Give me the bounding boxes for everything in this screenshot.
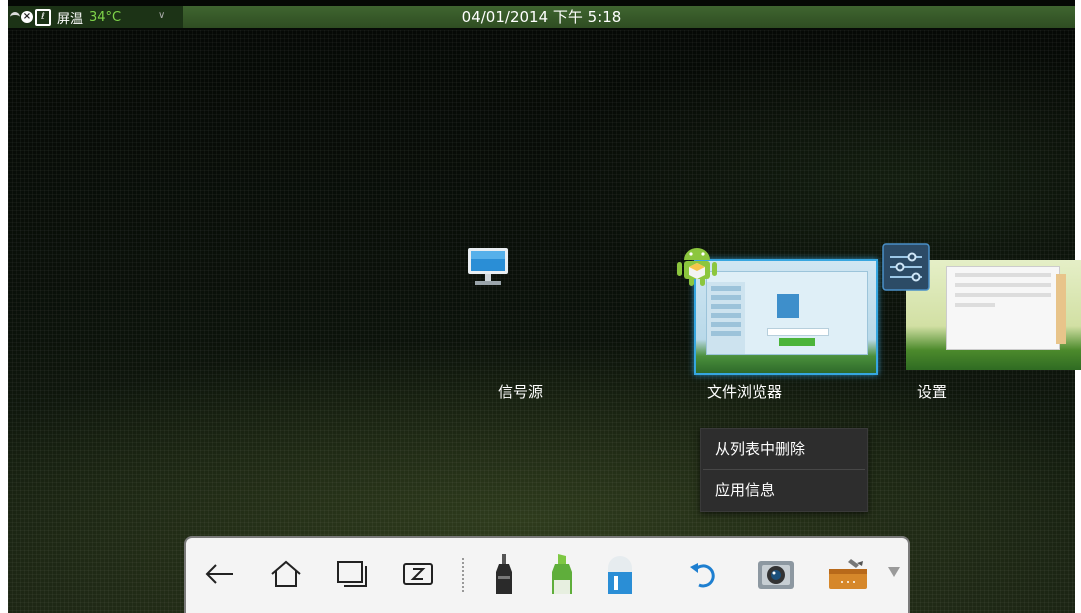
camera-icon[interactable] xyxy=(754,552,798,596)
recent-app-thumbnail-settings[interactable] xyxy=(906,260,1081,370)
toolbox-icon[interactable] xyxy=(826,552,870,596)
document-icon xyxy=(777,294,799,318)
eraser-icon[interactable] xyxy=(598,552,642,596)
recent-app-label-settings[interactable]: 设置 xyxy=(917,381,947,402)
android-icon[interactable] xyxy=(676,244,718,288)
file-browser-preview xyxy=(706,271,868,355)
menu-item-app-info[interactable]: 应用信息 xyxy=(701,470,867,510)
recent-app-label-signal-source[interactable]: 信号源 xyxy=(498,381,543,402)
back-arrow-icon[interactable] xyxy=(198,552,242,596)
menu-item-remove-from-list[interactable]: 从列表中删除 xyxy=(701,429,867,469)
context-menu: 从列表中删除 应用信息 xyxy=(700,428,868,512)
recent-apps-icon[interactable] xyxy=(330,552,374,596)
black-marker-icon[interactable] xyxy=(482,552,526,596)
toolbar-divider xyxy=(462,558,465,592)
z-icon[interactable] xyxy=(396,552,440,596)
recent-app-thumbnail-file-browser[interactable] xyxy=(694,259,878,375)
bottom-toolbar xyxy=(184,536,910,613)
datetime: 04/01/2014 下午 5:18 xyxy=(461,8,622,26)
recent-app-label-file-browser[interactable]: 文件浏览器 xyxy=(707,381,782,402)
dropdown-arrow-icon[interactable] xyxy=(886,564,902,580)
settings-preview xyxy=(946,266,1060,350)
status-bar[interactable]: × ℓ 屏温 34°C ∨ 04/01/2014 下午 5:18 xyxy=(8,6,1075,28)
screen-frame-left xyxy=(0,0,8,613)
home-icon[interactable] xyxy=(264,552,308,596)
monitor-icon[interactable] xyxy=(466,246,510,290)
green-highlighter-icon[interactable] xyxy=(540,552,584,596)
settings-sliders-icon[interactable] xyxy=(882,243,930,291)
undo-icon[interactable] xyxy=(682,552,726,596)
